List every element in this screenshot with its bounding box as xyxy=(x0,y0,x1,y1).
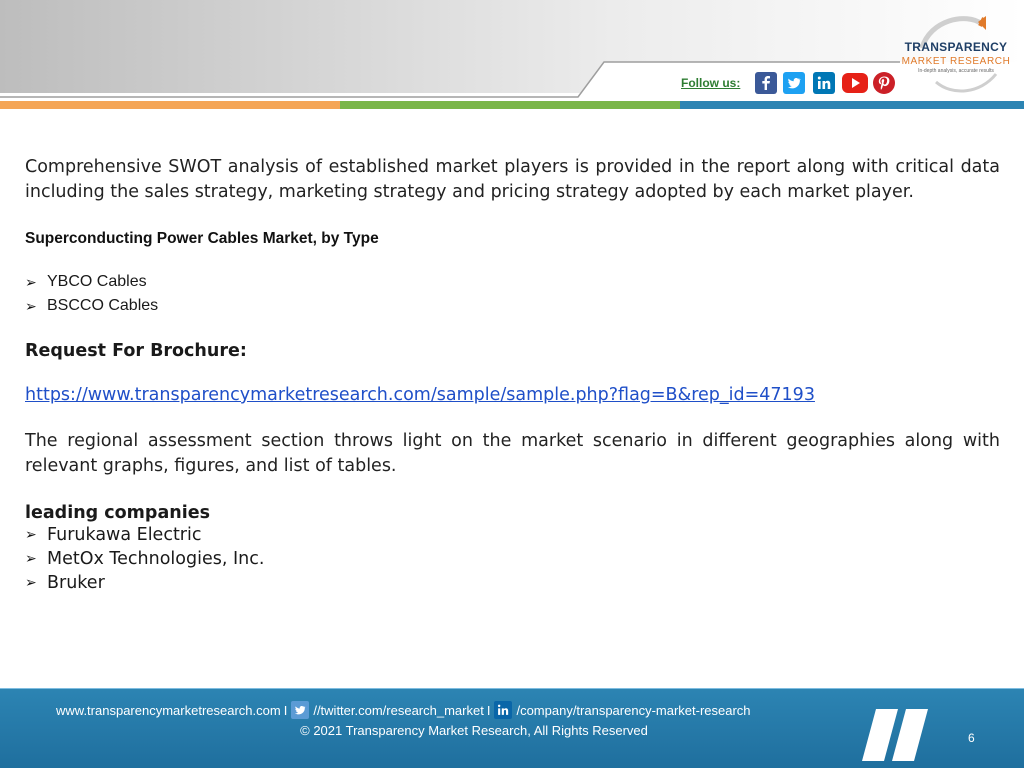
arrow-bullet-icon: ➢ xyxy=(25,298,37,314)
logo-text-transparency: TRANSPARENCY xyxy=(904,40,1008,54)
page-number: 6 xyxy=(968,731,975,745)
copyright-text: © 2021 Transparency Market Research, All… xyxy=(300,723,648,738)
header-stripe-blue xyxy=(680,101,1024,109)
list-item: ➢ BSCCO Cables xyxy=(25,294,1000,318)
website-link[interactable]: www.transparencymarketresearch.com xyxy=(56,703,281,718)
slide-footer: www.transparencymarketresearch.com I //t… xyxy=(0,689,1024,768)
arrow-bullet-icon: ➢ xyxy=(25,527,37,543)
pinterest-icon[interactable] xyxy=(873,72,895,94)
list-item: ➢ Furukawa Electric xyxy=(25,525,202,545)
regional-paragraph: The regional assessment section throws l… xyxy=(25,431,1000,476)
arrow-bullet-icon: ➢ xyxy=(25,575,37,591)
type-list: ➢ YBCO Cables ➢ BSCCO Cables xyxy=(25,270,1000,318)
separator: I xyxy=(283,702,288,718)
twitter-url[interactable]: //twitter.com/research_market xyxy=(313,703,484,718)
footer-links: www.transparencymarketresearch.com I //t… xyxy=(56,701,751,719)
linkedin-icon[interactable] xyxy=(494,701,513,719)
logo-text-market-research: MARKET RESEARCH xyxy=(901,56,1011,67)
brochure-link[interactable]: https://www.transparencymarketresearch.c… xyxy=(25,385,1000,405)
slide-content: Comprehensive SWOT analysis of establish… xyxy=(25,155,1000,595)
header-background xyxy=(0,0,1024,98)
type-heading: Superconducting Power Cables Market, by … xyxy=(25,230,379,247)
list-item: ➢ MetOx Technologies, Inc. xyxy=(25,549,265,569)
linkedin-icon[interactable] xyxy=(813,72,835,94)
slide-header: TRANSPARENCY MARKET RESEARCH In-depth an… xyxy=(0,0,1024,112)
brochure-heading: Request For Brochure: xyxy=(25,341,247,361)
arrow-bullet-icon: ➢ xyxy=(25,274,37,290)
double-slash-icon xyxy=(862,709,928,761)
logo-tagline: In-depth analysis, accurate results xyxy=(918,68,994,74)
company-logo[interactable]: TRANSPARENCY MARKET RESEARCH In-depth an… xyxy=(900,14,1012,96)
list-item: ➢ YBCO Cables xyxy=(25,270,1000,294)
logo-arrow-icon xyxy=(919,16,998,93)
header-stripe-green xyxy=(340,101,680,109)
linkedin-url[interactable]: /company/transparency-market-research xyxy=(516,703,750,718)
facebook-icon[interactable] xyxy=(755,72,777,94)
youtube-icon[interactable] xyxy=(842,73,868,93)
companies-list: ➢ Furukawa Electric ➢ MetOx Technologies, … xyxy=(25,523,1000,595)
twitter-icon[interactable] xyxy=(783,72,805,94)
follow-us-label: Follow us: xyxy=(681,76,741,90)
intro-paragraph: Comprehensive SWOT analysis of establish… xyxy=(25,157,1000,202)
arrow-bullet-icon: ➢ xyxy=(25,551,37,567)
twitter-icon[interactable] xyxy=(291,701,310,719)
list-item: ➢ Bruker xyxy=(25,573,105,593)
companies-heading: leading companies xyxy=(25,503,210,523)
header-stripe-orange xyxy=(0,101,340,109)
separator: I xyxy=(486,702,491,718)
